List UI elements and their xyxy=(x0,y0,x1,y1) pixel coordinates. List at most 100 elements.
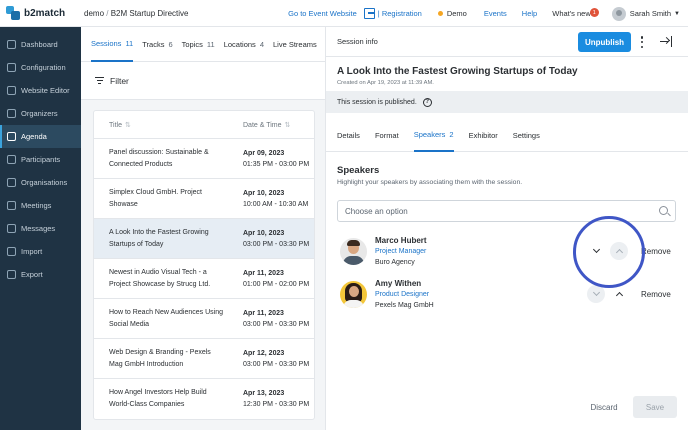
tab-details[interactable]: Details xyxy=(337,119,360,152)
chevron-up-icon xyxy=(615,291,623,300)
tab-sessions[interactable]: Sessions 11 xyxy=(91,27,134,62)
help-question-icon[interactable]: ? xyxy=(422,97,432,107)
speakers-help-text: Highlight your speakers by associating t… xyxy=(337,179,523,186)
tab-settings[interactable]: Settings xyxy=(513,119,540,152)
tab-tracks[interactable]: Tracks 6 xyxy=(142,27,172,62)
session-created-text: Created on Apr 19, 2023 at 11:39 AM. xyxy=(337,80,434,86)
filter-bar[interactable]: Filter xyxy=(81,62,325,100)
meetings-icon xyxy=(7,201,16,210)
sessions-column: Sessions 11 Tracks 6 Topics 11 Locations 4 L… xyxy=(81,27,325,430)
speaker-avatar xyxy=(340,238,367,265)
table-row[interactable]: How Angel Investors Help Build World-Cla… xyxy=(94,379,314,419)
tab-speakers[interactable]: Speakers 2 xyxy=(413,119,454,152)
breadcrumb-org[interactable]: demo xyxy=(84,9,104,18)
session-time: 03:00 PM - 03:30 PM xyxy=(243,320,310,328)
tab-topics[interactable]: Topics 11 xyxy=(182,27,215,62)
sidebar-item-agenda[interactable]: Agenda xyxy=(0,125,81,148)
table-header: Title ⇅ Date & Time ⇅ xyxy=(94,111,314,139)
session-date: Apr 12, 2023 xyxy=(243,349,285,357)
tab-exhibitor[interactable]: Exhibitor xyxy=(469,119,498,152)
user-name[interactable]: Sarah Smith xyxy=(630,9,671,18)
go-to-event-link[interactable]: Go to Event Website xyxy=(288,9,357,18)
organisations-icon xyxy=(7,178,16,187)
panel-header: Session info Unpublish xyxy=(326,27,688,57)
sidebar-item-participants[interactable]: Participants xyxy=(0,148,81,171)
session-title: How to Reach New Audiences Using Social … xyxy=(109,308,224,328)
session-title: Simplex Cloud GmbH. Project Showase xyxy=(109,188,202,208)
session-time: 03:00 PM - 03:30 PM xyxy=(243,240,310,248)
sidebar-item-messages[interactable]: Messages xyxy=(0,217,81,240)
speaker-name: Marco Hubert xyxy=(375,236,427,245)
save-button[interactable]: Save xyxy=(633,396,677,418)
demo-status-dot-icon xyxy=(437,11,443,16)
caret-down-icon[interactable]: ▼ xyxy=(674,11,680,17)
speaker-name: Amy Withen xyxy=(375,279,422,288)
highlight-ring xyxy=(573,216,645,288)
session-date: Apr 10, 2023 xyxy=(243,229,285,237)
session-date: Apr 10, 2023 xyxy=(243,189,285,197)
login-icon xyxy=(363,8,375,19)
agenda-tabs: Sessions 11 Tracks 6 Topics 11 Locations 4 L… xyxy=(81,27,325,62)
published-notice: This session is published. ? xyxy=(326,91,688,113)
unpublish-button[interactable]: Unpublish xyxy=(578,32,631,52)
remove-speaker-button[interactable]: Remove xyxy=(641,290,671,299)
agenda-icon xyxy=(7,132,16,141)
sidebar-item-website-editor[interactable]: Website Editor xyxy=(0,79,81,102)
table-row[interactable]: Simplex Cloud GmbH. Project Showase Apr … xyxy=(94,179,314,219)
speaker-avatar xyxy=(340,281,367,308)
events-link[interactable]: Events xyxy=(484,9,507,18)
sidebar-item-organisations[interactable]: Organisations xyxy=(0,171,81,194)
sidebar-item-dashboard[interactable]: Dashboard xyxy=(0,33,81,56)
session-time: 01:00 PM - 02:00 PM xyxy=(243,280,310,288)
session-title: Web Design & Branding - Pexels Mag GmbH … xyxy=(109,348,211,368)
speaker-company: Buro Agency xyxy=(375,259,415,266)
sort-icon: ⇅ xyxy=(124,121,131,129)
session-title-heading: A Look Into the Fastest Growing Startups… xyxy=(337,66,578,77)
speaker-role: Project Manager xyxy=(375,248,427,255)
table-row[interactable]: Web Design & Branding - Pexels Mag GmbH … xyxy=(94,339,314,379)
b2match-logo-icon xyxy=(6,6,20,20)
participants-icon xyxy=(7,155,16,164)
session-title: Panel discussion: Sustainable & Connecte… xyxy=(109,148,209,168)
sidebar-item-organizers[interactable]: Organizers xyxy=(0,102,81,125)
column-title[interactable]: Title ⇅ xyxy=(94,121,229,129)
whats-new-link[interactable]: What's new xyxy=(552,9,591,18)
tab-locations[interactable]: Locations 4 xyxy=(224,27,264,62)
configuration-icon xyxy=(7,63,16,72)
sidebar-item-meetings[interactable]: Meetings xyxy=(0,194,81,217)
remove-speaker-button[interactable]: Remove xyxy=(641,247,671,256)
help-link[interactable]: Help xyxy=(522,9,537,18)
import-icon xyxy=(7,247,16,256)
export-icon xyxy=(7,270,16,279)
sidebar-item-export[interactable]: Export xyxy=(0,263,81,286)
breadcrumb: demo / B2M Startup Directive xyxy=(84,8,189,18)
user-avatar[interactable] xyxy=(611,6,626,21)
speaker-search-input[interactable]: Choose an option xyxy=(337,200,676,222)
speaker-search-placeholder: Choose an option xyxy=(345,206,408,216)
session-time: 12:30 PM - 03:30 PM xyxy=(243,401,310,408)
tab-live-streams[interactable]: Live Streams xyxy=(273,27,317,62)
column-date-time[interactable]: Date & Time ⇅ xyxy=(229,121,290,129)
sessions-table: Title ⇅ Date & Time ⇅ Panel discussion: Su… xyxy=(93,110,315,420)
tab-format[interactable]: Format xyxy=(375,119,399,152)
move-down-button[interactable] xyxy=(587,285,605,303)
panel-header-label: Session info xyxy=(337,37,378,46)
brand[interactable]: b2match xyxy=(0,0,81,27)
table-row-selected[interactable]: A Look Into the Fastest Growing Startups… xyxy=(94,219,314,259)
session-time: 01:35 PM - 03:00 PM xyxy=(243,160,310,168)
demo-label[interactable]: Demo xyxy=(447,9,467,18)
discard-button[interactable]: Discard xyxy=(582,396,626,418)
table-row[interactable]: Newest in Audio Visual Tech - a Project … xyxy=(94,259,314,299)
table-row[interactable]: How to Reach New Audiences Using Social … xyxy=(94,299,314,339)
organizers-icon xyxy=(7,109,16,118)
registration-link[interactable]: | Registration xyxy=(378,9,422,18)
brand-name: b2match xyxy=(24,7,66,19)
breadcrumb-event[interactable]: B2M Startup Directive xyxy=(111,9,189,18)
collapse-panel-icon[interactable] xyxy=(660,36,672,47)
more-options-icon[interactable] xyxy=(639,35,645,49)
sidebar-item-import[interactable]: Import xyxy=(0,240,81,263)
sidebar-item-configuration[interactable]: Configuration xyxy=(0,56,81,79)
session-title: How Angel Investors Help Build World-Cla… xyxy=(109,389,207,408)
table-row[interactable]: Panel discussion: Sustainable & Connecte… xyxy=(94,139,314,179)
dashboard-icon xyxy=(7,40,16,49)
